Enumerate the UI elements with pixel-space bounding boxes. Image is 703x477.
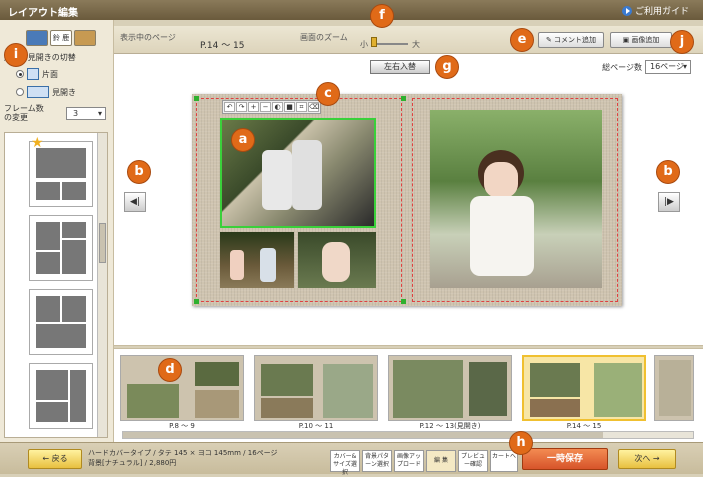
callout-marker-b-right: b bbox=[656, 160, 680, 184]
photo-frame-right[interactable] bbox=[430, 110, 602, 288]
bottom-bar: ← 戻る ハードカバータイプ / タテ 145 × ヨコ 145mm / 16ペ… bbox=[0, 442, 703, 476]
swap-pages-button[interactable]: 左右入替 bbox=[370, 60, 430, 74]
layout-list: ★ bbox=[4, 132, 108, 438]
temp-save-button[interactable]: 一時保存 bbox=[522, 448, 608, 470]
callout-marker-j: j bbox=[670, 30, 694, 54]
view-option-single[interactable]: 片面 bbox=[16, 68, 58, 80]
product-info-line1: ハードカバータイプ / タテ 145 × ヨコ 145mm / 16ページ bbox=[88, 449, 278, 457]
step-upload[interactable]: 画像アップロード bbox=[394, 450, 424, 472]
step-background[interactable]: 背景パターン選択 bbox=[362, 450, 392, 472]
add-image-button[interactable]: ▣ 画像追加 bbox=[610, 32, 672, 48]
callout-marker-e: e bbox=[510, 28, 534, 52]
radio-single[interactable] bbox=[16, 70, 24, 78]
info-bar: 表示中のページ P.14 〜 15 画面のズーム 小 大 ✎ コメント追加 ▣ … bbox=[114, 26, 703, 54]
tab-stamp[interactable] bbox=[74, 30, 96, 46]
callout-marker-a: a bbox=[231, 128, 255, 152]
tab-text[interactable]: 鈴 鹿 bbox=[50, 30, 72, 46]
zoom-in-icon[interactable]: + bbox=[248, 102, 259, 112]
tab-layout[interactable] bbox=[26, 30, 48, 46]
callout-marker-f: f bbox=[370, 4, 394, 28]
play-icon bbox=[621, 5, 632, 16]
view-option-single-label: 片面 bbox=[42, 69, 58, 79]
mode-tabs: 鈴 鹿 bbox=[26, 30, 96, 46]
window-title: レイアウト編集 bbox=[8, 8, 78, 19]
add-comment-label: コメント追加 bbox=[554, 36, 597, 44]
film-item-p8[interactable] bbox=[120, 355, 244, 421]
product-info: ハードカバータイプ / タテ 145 × ヨコ 145mm / 16ページ 背景… bbox=[88, 448, 278, 468]
favorite-star-icon: ★ bbox=[31, 135, 44, 151]
zoom-min-label: 小 bbox=[360, 40, 368, 49]
callout-marker-h: h bbox=[509, 431, 533, 455]
rotate-right-icon[interactable]: ↷ bbox=[236, 102, 247, 112]
back-button[interactable]: ← 戻る bbox=[28, 449, 82, 469]
scrollbar-thumb[interactable] bbox=[99, 223, 106, 263]
zoom-label: 画面のズーム bbox=[300, 33, 348, 42]
workspace: 左右入替 総ページ数 16ページ ◀| |▶ ↶ ↷ + − ◐ ■ ⌗ ⌫ bbox=[114, 54, 703, 346]
layout-thumb-3[interactable] bbox=[29, 289, 93, 355]
color-icon[interactable]: ◐ bbox=[272, 102, 283, 112]
frame-count-label: フレーム数の変更 bbox=[4, 104, 44, 122]
callout-marker-d: d bbox=[158, 358, 182, 382]
zoom-slider[interactable] bbox=[372, 43, 408, 45]
sidebar: 鈴 鹿 片面 / 見開きの切替 片面 見開き フレーム数の変更 3 ★ bbox=[0, 20, 114, 442]
image-icon: ▣ bbox=[622, 36, 630, 44]
title-bar: レイアウト編集 ご利用ガイド bbox=[0, 0, 703, 20]
current-page-label: 表示中のページ bbox=[120, 33, 176, 42]
total-pages-select[interactable]: 16ページ bbox=[645, 60, 691, 74]
next-button[interactable]: 次へ → bbox=[618, 449, 676, 469]
arrow-left-icon: ◀| bbox=[130, 197, 140, 207]
film-label-p12: P.12 〜 13(見開き) bbox=[419, 422, 481, 430]
add-comment-button[interactable]: ✎ コメント追加 bbox=[538, 32, 604, 48]
layout-list-scrollbar[interactable] bbox=[97, 133, 107, 437]
callout-marker-c: c bbox=[316, 82, 340, 106]
callout-marker-b-left: b bbox=[127, 160, 151, 184]
total-pages-control: 総ページ数 16ページ bbox=[602, 60, 691, 74]
zoom-out-icon[interactable]: − bbox=[260, 102, 271, 112]
rotate-left-icon[interactable]: ↶ bbox=[224, 102, 235, 112]
callout-marker-i: i bbox=[4, 43, 28, 67]
film-item-p14[interactable] bbox=[522, 355, 646, 421]
product-info-line2: 背景[ナチュラル] / 2,880円 bbox=[88, 459, 177, 467]
film-label-p8: P.8 〜 9 bbox=[169, 422, 195, 430]
guide-link[interactable]: ご利用ガイド bbox=[621, 4, 689, 17]
callout-marker-g: g bbox=[435, 55, 459, 79]
crop-icon[interactable]: ⌗ bbox=[296, 102, 307, 112]
single-page-icon bbox=[27, 68, 39, 80]
spread-page-icon bbox=[27, 86, 49, 98]
layout-thumb-2[interactable] bbox=[29, 215, 93, 281]
film-item-next[interactable] bbox=[654, 355, 694, 421]
fill-icon[interactable]: ■ bbox=[284, 102, 295, 112]
album-spread: ↶ ↷ + − ◐ ■ ⌗ ⌫ bbox=[192, 94, 622, 306]
view-option-spread-label: 見開き bbox=[52, 87, 76, 97]
delete-icon[interactable]: ⌫ bbox=[308, 102, 319, 112]
step-edit[interactable]: 編 集 bbox=[426, 450, 456, 472]
photo-frame-small-2[interactable] bbox=[298, 232, 376, 288]
zoom-slider-knob[interactable] bbox=[371, 37, 377, 47]
step-preview[interactable]: プレビュー確認 bbox=[458, 450, 488, 472]
total-pages-label: 総ページ数 bbox=[602, 62, 642, 72]
layout-thumb-4[interactable] bbox=[29, 363, 93, 429]
film-item-p10[interactable] bbox=[254, 355, 378, 421]
zoom-max-label: 大 bbox=[412, 40, 420, 49]
photo-frame-small-1[interactable] bbox=[220, 232, 294, 288]
filmstrip-scrollbar[interactable] bbox=[122, 431, 694, 439]
film-label-p14: P.14 〜 15 bbox=[566, 422, 602, 430]
film-label-p10: P.10 〜 11 bbox=[298, 422, 334, 430]
page-filmstrip: P.8 〜 9 P.10 〜 11 P.12 〜 13(見開き) P.14 〜 … bbox=[114, 348, 703, 442]
guide-label: ご利用ガイド bbox=[634, 7, 689, 17]
current-page-value: P.14 〜 15 bbox=[200, 41, 245, 51]
frame-count-select[interactable]: 3 bbox=[66, 107, 106, 120]
step-cart[interactable]: カートへ bbox=[490, 450, 518, 472]
photo-edit-toolbar: ↶ ↷ + − ◐ ■ ⌗ ⌫ bbox=[222, 100, 321, 114]
radio-spread[interactable] bbox=[16, 88, 24, 96]
add-image-label: 画像追加 bbox=[631, 36, 660, 44]
film-item-p12[interactable] bbox=[388, 355, 512, 421]
view-option-spread[interactable]: 見開き bbox=[16, 86, 76, 98]
prev-page-button[interactable]: ◀| bbox=[124, 192, 146, 212]
arrow-right-icon: |▶ bbox=[664, 197, 674, 207]
step-cover-size[interactable]: カバー&サイズ選択 bbox=[330, 450, 360, 476]
next-page-button[interactable]: |▶ bbox=[658, 192, 680, 212]
pencil-icon: ✎ bbox=[545, 36, 552, 44]
